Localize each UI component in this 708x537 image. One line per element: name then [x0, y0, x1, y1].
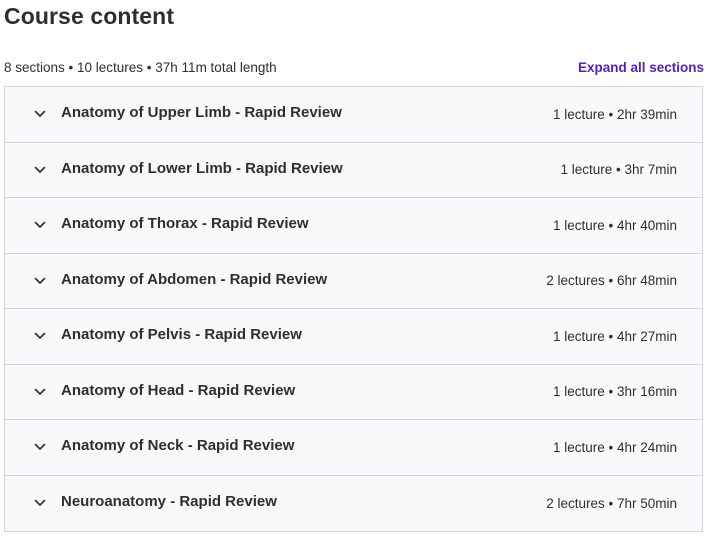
- section-header[interactable]: Anatomy of Abdomen - Rapid Review 2 lect…: [5, 253, 702, 309]
- expand-all-sections-button[interactable]: Expand all sections: [578, 60, 704, 75]
- section-meta: 1 lecture • 2hr 39min: [552, 106, 677, 122]
- chevron-down-icon: [33, 440, 47, 454]
- section-header[interactable]: Anatomy of Head - Rapid Review 1 lecture…: [5, 364, 702, 420]
- section-header[interactable]: Anatomy of Pelvis - Rapid Review 1 lectu…: [5, 309, 702, 365]
- section-title: Anatomy of Neck - Rapid Review: [61, 437, 295, 455]
- section-meta: 1 lecture • 3hr 7min: [560, 162, 677, 178]
- section-header[interactable]: Neuroanatomy - Rapid Review 2 lectures •…: [5, 475, 702, 531]
- section-title: Anatomy of Head - Rapid Review: [61, 381, 296, 399]
- section-meta: 1 lecture • 4hr 24min: [552, 439, 677, 455]
- section-meta: 1 lecture • 3hr 16min: [552, 384, 677, 400]
- course-summary-row: 8 sections • 10 lectures • 37h 11m total…: [4, 57, 704, 77]
- section-header[interactable]: Anatomy of Lower Limb - Rapid Review 1 l…: [5, 142, 702, 198]
- section-header[interactable]: Anatomy of Thorax - Rapid Review 1 lectu…: [5, 198, 702, 254]
- page-title: Course content: [4, 3, 175, 29]
- section-title: Anatomy of Upper Limb - Rapid Review: [61, 104, 342, 122]
- section-title: Anatomy of Lower Limb - Rapid Review: [61, 159, 343, 177]
- section-title: Anatomy of Abdomen - Rapid Review: [61, 270, 328, 288]
- chevron-down-icon: [33, 163, 47, 177]
- section-header[interactable]: Anatomy of Upper Limb - Rapid Review 1 l…: [5, 87, 702, 143]
- chevron-down-icon: [33, 385, 47, 399]
- section-title: Anatomy of Pelvis - Rapid Review: [61, 326, 302, 344]
- section-meta: 2 lectures • 6hr 48min: [546, 273, 677, 289]
- chevron-down-icon: [33, 496, 47, 510]
- section-meta: 2 lectures • 7hr 50min: [546, 495, 677, 511]
- section-meta: 1 lecture • 4hr 27min: [552, 328, 677, 344]
- chevron-down-icon: [33, 274, 47, 288]
- section-header[interactable]: Anatomy of Neck - Rapid Review 1 lecture…: [5, 420, 702, 476]
- chevron-down-icon: [33, 107, 47, 121]
- course-summary: 8 sections • 10 lectures • 37h 11m total…: [4, 59, 277, 75]
- sections-accordion: Anatomy of Upper Limb - Rapid Review 1 l…: [4, 86, 703, 532]
- section-title: Anatomy of Thorax - Rapid Review: [61, 215, 309, 233]
- section-title: Neuroanatomy - Rapid Review: [61, 493, 277, 511]
- chevron-down-icon: [33, 218, 47, 232]
- chevron-down-icon: [33, 329, 47, 343]
- section-meta: 1 lecture • 4hr 40min: [552, 217, 677, 233]
